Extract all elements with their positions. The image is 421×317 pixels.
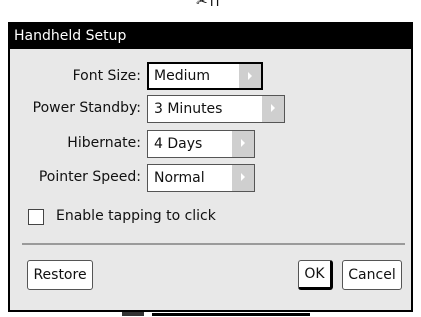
chevron-right-icon [232,165,254,191]
enable-tapping-label[interactable]: Enable tapping to click [56,208,216,224]
font-size-dropdown[interactable]: Medium [147,62,263,90]
pointer-speed-label: Pointer Speed: [38,169,141,185]
font-size-label: Font Size: [72,68,141,84]
pointer-speed-value: Normal [154,170,205,186]
power-standby-value: 3 Minutes [154,101,223,117]
pointer-speed-dropdown[interactable]: Normal [147,164,255,192]
chevron-right-icon [262,96,284,122]
enable-tapping-checkbox[interactable] [28,209,44,225]
handheld-setup-dialog: Handheld Setup Font Size: Medium Power S… [8,22,413,312]
chevron-right-icon [232,131,254,157]
divider [22,243,405,245]
restore-button[interactable]: Restore [27,260,93,290]
dialog-title: Handheld Setup [10,24,411,49]
hibernate-value: 4 Days [154,136,203,152]
background-mini-bar [152,313,310,316]
background-glyph: ✂ii [196,0,222,10]
power-standby-label: Power Standby: [32,100,141,116]
power-standby-dropdown[interactable]: 3 Minutes [147,95,285,123]
chevron-right-icon [239,64,261,88]
hibernate-label: Hibernate: [67,135,141,151]
cancel-button[interactable]: Cancel [342,260,402,290]
hibernate-dropdown[interactable]: 4 Days [147,130,255,158]
font-size-value: Medium [154,68,210,84]
ok-button[interactable]: OK [298,260,333,290]
